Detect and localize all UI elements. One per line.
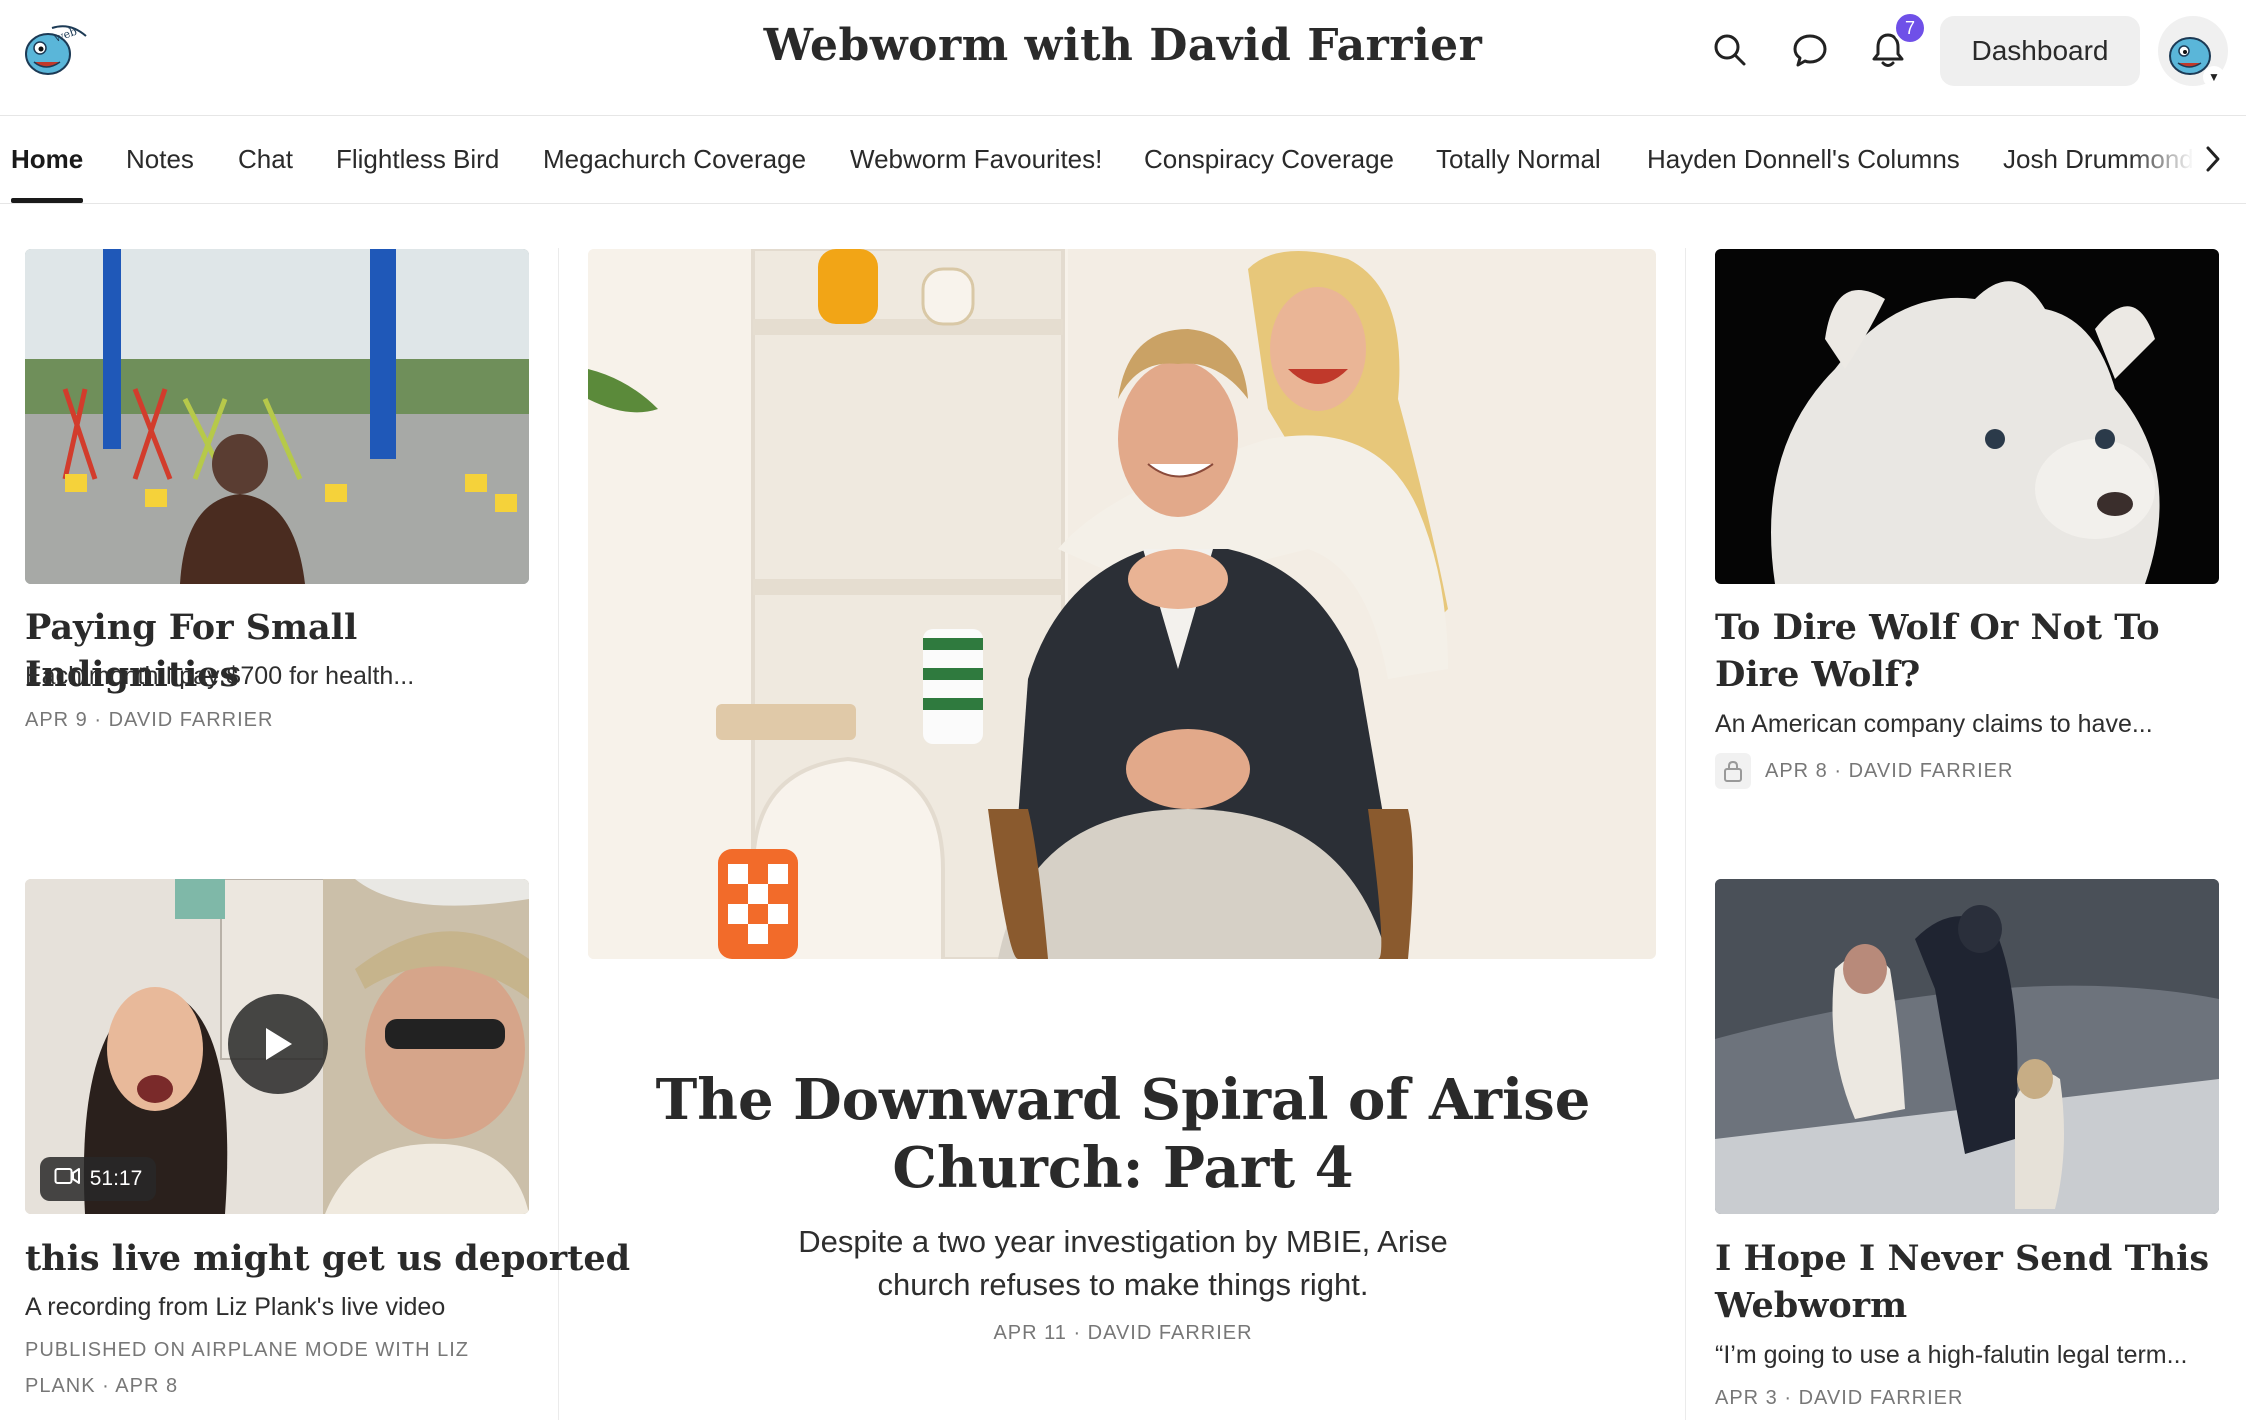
post-thumbnail-never-send[interactable] xyxy=(1715,879,2219,1214)
section-nav: Home Notes Chat Flightless Bird Megachur… xyxy=(0,116,2246,204)
chat-bubble-icon[interactable] xyxy=(1786,26,1834,74)
active-tab-indicator xyxy=(11,198,83,203)
post-author[interactable]: DAVID FARRIER xyxy=(1088,1322,1253,1344)
meta-separator: · xyxy=(1784,1387,1799,1409)
post-subtitle: A recording from Liz Plank's live video xyxy=(25,1293,446,1321)
tab-totally-normal[interactable]: Totally Normal xyxy=(1436,144,1601,175)
tab-conspiracy-coverage[interactable]: Conspiracy Coverage xyxy=(1144,144,1394,175)
chevron-right-icon[interactable] xyxy=(2196,142,2230,176)
post-date: APR 8 xyxy=(115,1375,179,1397)
meta-separator: · xyxy=(94,709,109,731)
column-divider xyxy=(1685,248,1686,1420)
tab-hayden-donnells-columns[interactable]: Hayden Donnell's Columns xyxy=(1647,144,1960,175)
tab-notes[interactable]: Notes xyxy=(126,144,194,175)
tab-megachurch-coverage[interactable]: Megachurch Coverage xyxy=(543,144,806,175)
post-subtitle: An American company claims to have... xyxy=(1715,710,2153,738)
featured-post-subtitle: Despite a two year investigation by MBIE… xyxy=(798,1224,1448,1302)
search-icon[interactable] xyxy=(1706,26,1754,74)
meta-separator: · xyxy=(1073,1322,1088,1344)
dashboard-button[interactable]: Dashboard xyxy=(1940,16,2140,86)
post-title[interactable]: I Hope I Never Send This Webworm xyxy=(1715,1235,2215,1329)
post-date: APR 9 xyxy=(25,709,88,731)
post-subtitle: Each month I pay $700 for health... xyxy=(25,662,415,690)
featured-post-title[interactable]: The Downward Spiral of Arise Church: Par… xyxy=(590,1066,1656,1202)
post-meta: PUBLISHED ON AIRPLANE MODE WITH LIZ PLAN… xyxy=(25,1332,469,1404)
publication-credit[interactable]: PUBLISHED ON AIRPLANE MODE WITH LIZ xyxy=(25,1332,469,1368)
site-header: web Webworm with David Farrier 7 Dashboa… xyxy=(0,0,2246,116)
webworm-logo[interactable]: web xyxy=(18,18,90,82)
meta-separator: · xyxy=(102,1375,116,1397)
post-meta: APR 3 · DAVID FARRIER xyxy=(1715,1380,1963,1416)
meta-separator: · xyxy=(1834,760,1849,782)
post-thumbnail-paying-for-small-indignities[interactable] xyxy=(25,249,529,584)
featured-post-image[interactable] xyxy=(588,249,1656,959)
publication-credit-cont[interactable]: PLANK xyxy=(25,1375,96,1397)
post-meta: APR 9 · DAVID FARRIER xyxy=(25,702,273,738)
post-date: APR 3 xyxy=(1715,1387,1778,1409)
play-button[interactable] xyxy=(228,994,328,1094)
post-title[interactable]: this live might get us deported xyxy=(25,1235,630,1282)
tab-home[interactable]: Home xyxy=(11,144,83,175)
featured-post-meta: APR 11 · DAVID FARRIER xyxy=(590,1322,1656,1345)
post-author[interactable]: DAVID FARRIER xyxy=(1799,1387,1964,1409)
notification-badge: 7 xyxy=(1893,11,1927,45)
video-duration-badge: 51:17 xyxy=(40,1157,156,1201)
video-duration: 51:17 xyxy=(89,1167,143,1190)
tab-flightless-bird[interactable]: Flightless Bird xyxy=(336,144,499,175)
chevron-down-icon[interactable]: ▼ xyxy=(2203,66,2225,88)
post-date: APR 8 xyxy=(1765,760,1828,782)
video-camera-icon xyxy=(54,1167,80,1191)
post-title[interactable]: To Dire Wolf Or Not To Dire Wolf? xyxy=(1715,604,2215,698)
post-date: APR 11 xyxy=(993,1322,1067,1344)
lock-icon xyxy=(1715,753,1751,789)
tab-webworm-favourites[interactable]: Webworm Favourites! xyxy=(850,144,1102,175)
post-thumbnail-dire-wolf[interactable] xyxy=(1715,249,2219,584)
post-meta: APR 8 · DAVID FARRIER xyxy=(1765,753,2013,789)
post-author[interactable]: DAVID FARRIER xyxy=(109,709,274,731)
tab-chat[interactable]: Chat xyxy=(238,144,293,175)
post-author[interactable]: DAVID FARRIER xyxy=(1849,760,2014,782)
post-subtitle: “I’m going to use a high-falutin legal t… xyxy=(1715,1341,2188,1369)
